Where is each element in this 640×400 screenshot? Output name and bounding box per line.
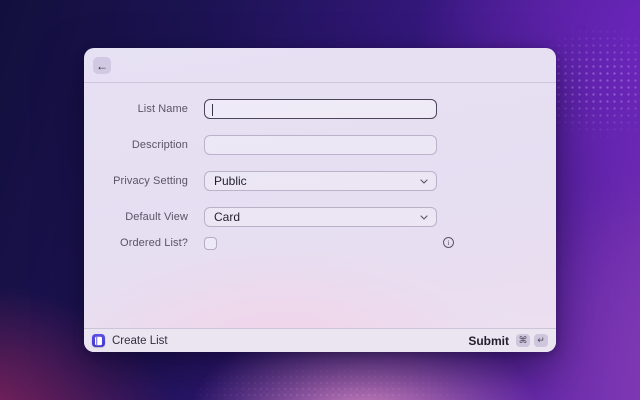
ordered-list-label: Ordered List? [120, 237, 188, 249]
default-view-label: Default View [125, 211, 188, 223]
info-icon-glyph: i [447, 238, 450, 247]
description-input[interactable] [204, 135, 437, 155]
default-view-dropdown[interactable]: Card [204, 207, 437, 227]
command-key-icon: ⌘ [516, 334, 530, 347]
dialog-action-bar: Create List Submit ⌘ ↵ [84, 328, 556, 352]
form-row-description: Description [84, 135, 556, 155]
list-name-label: List Name [137, 103, 188, 115]
form-row-privacy-setting: Privacy Setting Public [84, 171, 556, 191]
submit-button[interactable]: Submit [468, 334, 509, 348]
info-icon[interactable]: i [443, 237, 454, 248]
return-key-icon: ↵ [534, 334, 548, 347]
default-view-value: Card [214, 210, 241, 224]
back-arrow-icon: ← [96, 58, 108, 73]
create-list-dialog: ← List Name Description Privacy Setting … [84, 48, 556, 352]
chevron-down-icon [420, 215, 428, 220]
ordered-list-checkbox[interactable] [204, 237, 217, 250]
text-caret [212, 103, 214, 116]
back-button[interactable]: ← [93, 57, 111, 74]
list-name-input[interactable] [204, 99, 437, 119]
submit-action-group: Submit ⌘ ↵ [468, 334, 548, 348]
privacy-setting-label: Privacy Setting [113, 175, 188, 187]
privacy-setting-dropdown[interactable]: Public [204, 171, 437, 191]
form-row-default-view: Default View Card [84, 207, 556, 227]
description-label: Description [131, 139, 188, 151]
book-icon [92, 334, 105, 347]
dialog-header: ← [84, 48, 556, 83]
form-row-ordered-list: Ordered List? i [84, 237, 556, 257]
privacy-setting-value: Public [214, 174, 247, 188]
command-title: Create List [112, 334, 168, 347]
form-row-list-name: List Name [84, 99, 556, 119]
chevron-down-icon [420, 179, 428, 184]
